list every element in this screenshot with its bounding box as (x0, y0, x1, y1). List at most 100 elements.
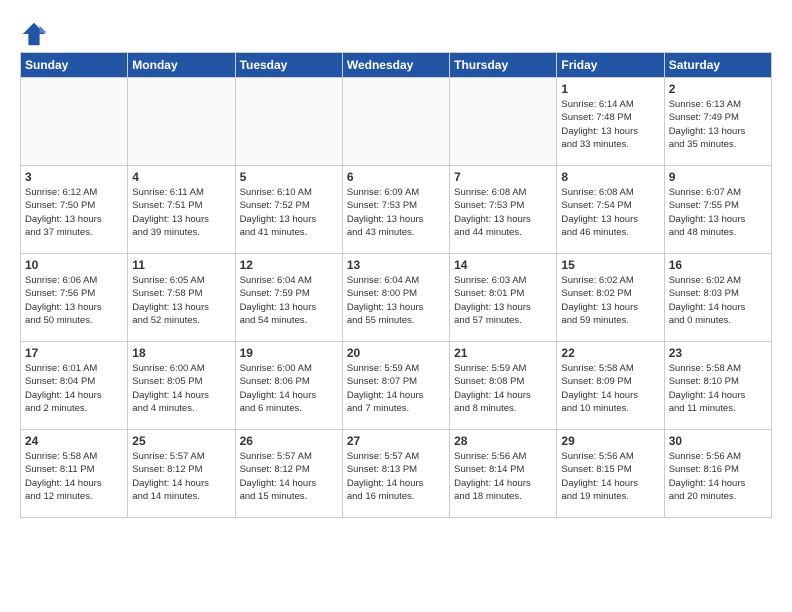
cell-info: Sunrise: 6:04 AM Sunset: 7:59 PM Dayligh… (240, 274, 338, 327)
day-number: 9 (669, 170, 767, 184)
calendar-cell: 4Sunrise: 6:11 AM Sunset: 7:51 PM Daylig… (128, 166, 235, 254)
day-number: 5 (240, 170, 338, 184)
cell-info: Sunrise: 6:04 AM Sunset: 8:00 PM Dayligh… (347, 274, 445, 327)
calendar-cell: 12Sunrise: 6:04 AM Sunset: 7:59 PM Dayli… (235, 254, 342, 342)
cell-info: Sunrise: 6:09 AM Sunset: 7:53 PM Dayligh… (347, 186, 445, 239)
day-number: 14 (454, 258, 552, 272)
day-header-sunday: Sunday (21, 53, 128, 78)
day-number: 15 (561, 258, 659, 272)
day-number: 7 (454, 170, 552, 184)
cell-info: Sunrise: 6:08 AM Sunset: 7:53 PM Dayligh… (454, 186, 552, 239)
logo-area (20, 20, 52, 48)
calendar-cell: 9 Sunrise: 6:07 AM Sunset: 7:55 PM Daylig… (664, 166, 771, 254)
header (20, 20, 772, 48)
header-row: SundayMondayTuesdayWednesdayThursdayFrid… (21, 53, 772, 78)
day-number: 30 (669, 434, 767, 448)
calendar-cell (450, 78, 557, 166)
calendar-cell (128, 78, 235, 166)
cell-info: Sunrise: 5:57 AM Sunset: 8:12 PM Dayligh… (240, 450, 338, 503)
calendar-cell: 3 Sunrise: 6:12 AM Sunset: 7:50 PM Daylig… (21, 166, 128, 254)
day-number: 28 (454, 434, 552, 448)
calendar-cell (21, 78, 128, 166)
calendar-cell: 11 Sunrise: 6:05 AM Sunset: 7:58 PM Dayli… (128, 254, 235, 342)
day-number: 23 (669, 346, 767, 360)
cell-info: Sunrise: 5:56 AM Sunset: 8:14 PM Dayligh… (454, 450, 552, 503)
cell-info: Sunrise: 5:58 AM Sunset: 8:10 PM Dayligh… (669, 362, 767, 415)
cell-info: Sunrise: 6:05 AM Sunset: 7:58 PM Dayligh… (132, 274, 230, 327)
calendar-cell: 5 Sunrise: 6:10 AM Sunset: 7:52 PM Daylig… (235, 166, 342, 254)
cell-info: Sunrise: 6:13 AM Sunset: 7:49 PM Dayligh… (669, 98, 767, 151)
calendar-cell: 7 Sunrise: 6:08 AM Sunset: 7:53 PM Daylig… (450, 166, 557, 254)
day-number: 27 (347, 434, 445, 448)
calendar-cell: 23 Sunrise: 5:58 AM Sunset: 8:10 PM Dayli… (664, 342, 771, 430)
calendar-row-2: 10 Sunrise: 6:06 AM Sunset: 7:56 PM Dayli… (21, 254, 772, 342)
logo-icon (20, 20, 48, 48)
cell-info: Sunrise: 5:57 AM Sunset: 8:12 PM Dayligh… (132, 450, 230, 503)
cell-info: Sunrise: 6:12 AM Sunset: 7:50 PM Dayligh… (25, 186, 123, 239)
cell-info: Sunrise: 5:57 AM Sunset: 8:13 PM Dayligh… (347, 450, 445, 503)
day-number: 16 (669, 258, 767, 272)
day-number: 18 (132, 346, 230, 360)
calendar-cell: 8Sunrise: 6:08 AM Sunset: 7:54 PM Daylig… (557, 166, 664, 254)
cell-info: Sunrise: 6:03 AM Sunset: 8:01 PM Dayligh… (454, 274, 552, 327)
day-number: 25 (132, 434, 230, 448)
calendar-cell: 18 Sunrise: 6:00 AM Sunset: 8:05 PM Dayli… (128, 342, 235, 430)
day-number: 13 (347, 258, 445, 272)
cell-info: Sunrise: 5:58 AM Sunset: 8:11 PM Dayligh… (25, 450, 123, 503)
cell-info: Sunrise: 6:00 AM Sunset: 8:06 PM Dayligh… (240, 362, 338, 415)
calendar-cell: 28 Sunrise: 5:56 AM Sunset: 8:14 PM Dayli… (450, 430, 557, 518)
cell-info: Sunrise: 6:07 AM Sunset: 7:55 PM Dayligh… (669, 186, 767, 239)
calendar-cell: 2 Sunrise: 6:13 AM Sunset: 7:49 PM Daylig… (664, 78, 771, 166)
calendar-cell: 19Sunrise: 6:00 AM Sunset: 8:06 PM Dayli… (235, 342, 342, 430)
calendar-cell: 26 Sunrise: 5:57 AM Sunset: 8:12 PM Dayli… (235, 430, 342, 518)
calendar-cell (235, 78, 342, 166)
cell-info: Sunrise: 6:14 AM Sunset: 7:48 PM Dayligh… (561, 98, 659, 151)
cell-info: Sunrise: 6:00 AM Sunset: 8:05 PM Dayligh… (132, 362, 230, 415)
cell-info: Sunrise: 5:59 AM Sunset: 8:07 PM Dayligh… (347, 362, 445, 415)
calendar-cell: 25 Sunrise: 5:57 AM Sunset: 8:12 PM Dayli… (128, 430, 235, 518)
calendar-cell: 30 Sunrise: 5:56 AM Sunset: 8:16 PM Dayli… (664, 430, 771, 518)
day-number: 8 (561, 170, 659, 184)
calendar-cell: 14 Sunrise: 6:03 AM Sunset: 8:01 PM Dayli… (450, 254, 557, 342)
cell-info: Sunrise: 6:02 AM Sunset: 8:02 PM Dayligh… (561, 274, 659, 327)
calendar-cell: 24 Sunrise: 5:58 AM Sunset: 8:11 PM Dayli… (21, 430, 128, 518)
calendar-cell: 13 Sunrise: 6:04 AM Sunset: 8:00 PM Dayli… (342, 254, 449, 342)
day-number: 3 (25, 170, 123, 184)
day-number: 22 (561, 346, 659, 360)
calendar-cell: 22 Sunrise: 5:58 AM Sunset: 8:09 PM Dayli… (557, 342, 664, 430)
day-header-friday: Friday (557, 53, 664, 78)
cell-info: Sunrise: 6:11 AM Sunset: 7:51 PM Dayligh… (132, 186, 230, 239)
day-number: 24 (25, 434, 123, 448)
day-number: 26 (240, 434, 338, 448)
calendar-cell: 1 Sunrise: 6:14 AM Sunset: 7:48 PM Daylig… (557, 78, 664, 166)
calendar-row-4: 24 Sunrise: 5:58 AM Sunset: 8:11 PM Dayli… (21, 430, 772, 518)
calendar-cell: 27 Sunrise: 5:57 AM Sunset: 8:13 PM Dayli… (342, 430, 449, 518)
calendar-cell: 21 Sunrise: 5:59 AM Sunset: 8:08 PM Dayli… (450, 342, 557, 430)
calendar-row-3: 17 Sunrise: 6:01 AM Sunset: 8:04 PM Dayli… (21, 342, 772, 430)
cell-info: Sunrise: 5:59 AM Sunset: 8:08 PM Dayligh… (454, 362, 552, 415)
cell-info: Sunrise: 6:06 AM Sunset: 7:56 PM Dayligh… (25, 274, 123, 327)
cell-info: Sunrise: 5:58 AM Sunset: 8:09 PM Dayligh… (561, 362, 659, 415)
day-number: 11 (132, 258, 230, 272)
calendar-table: SundayMondayTuesdayWednesdayThursdayFrid… (20, 52, 772, 518)
calendar-cell: 16 Sunrise: 6:02 AM Sunset: 8:03 PM Dayli… (664, 254, 771, 342)
day-number: 10 (25, 258, 123, 272)
calendar-cell: 29 Sunrise: 5:56 AM Sunset: 8:15 PM Dayli… (557, 430, 664, 518)
cell-info: Sunrise: 5:56 AM Sunset: 8:16 PM Dayligh… (669, 450, 767, 503)
day-number: 1 (561, 82, 659, 96)
day-header-thursday: Thursday (450, 53, 557, 78)
calendar-cell: 20Sunrise: 5:59 AM Sunset: 8:07 PM Dayli… (342, 342, 449, 430)
day-header-saturday: Saturday (664, 53, 771, 78)
calendar-row-0: 1 Sunrise: 6:14 AM Sunset: 7:48 PM Daylig… (21, 78, 772, 166)
day-number: 29 (561, 434, 659, 448)
cell-info: Sunrise: 6:10 AM Sunset: 7:52 PM Dayligh… (240, 186, 338, 239)
day-number: 21 (454, 346, 552, 360)
cell-info: Sunrise: 5:56 AM Sunset: 8:15 PM Dayligh… (561, 450, 659, 503)
cell-info: Sunrise: 6:01 AM Sunset: 8:04 PM Dayligh… (25, 362, 123, 415)
cell-info: Sunrise: 6:02 AM Sunset: 8:03 PM Dayligh… (669, 274, 767, 327)
day-number: 17 (25, 346, 123, 360)
day-number: 2 (669, 82, 767, 96)
page-wrapper: SundayMondayTuesdayWednesdayThursdayFrid… (20, 20, 772, 518)
day-header-tuesday: Tuesday (235, 53, 342, 78)
calendar-cell (342, 78, 449, 166)
